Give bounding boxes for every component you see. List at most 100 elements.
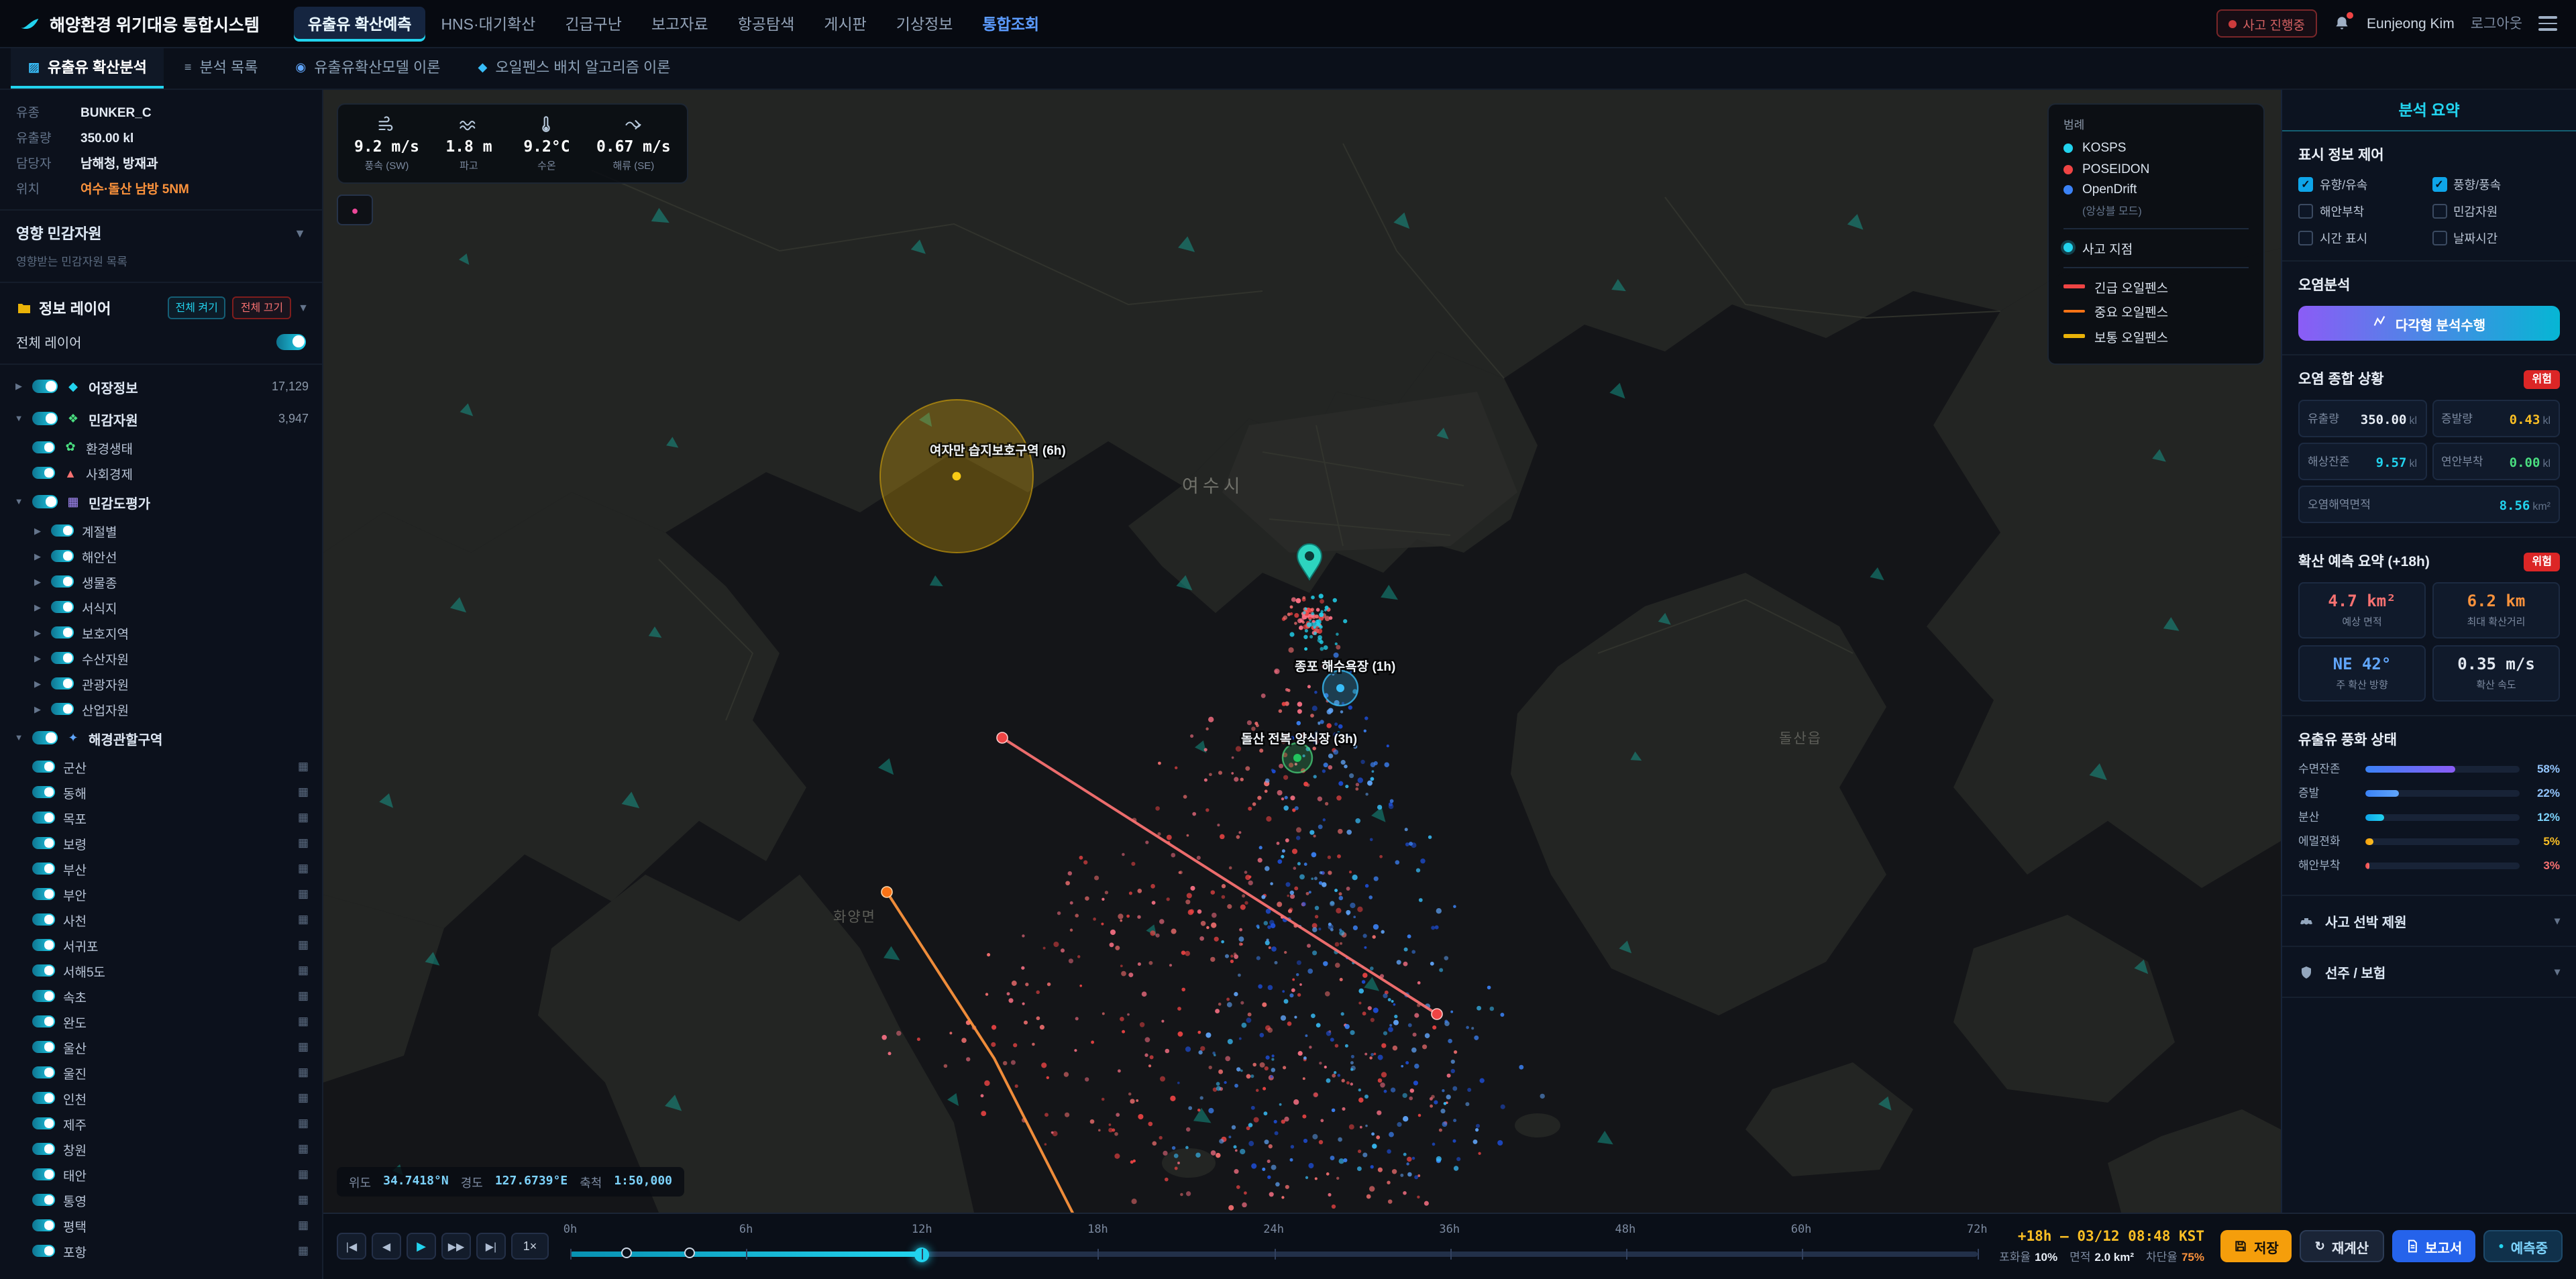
checkbox[interactable] bbox=[2298, 231, 2313, 245]
layer-subitem[interactable]: ✿환경생태 bbox=[0, 435, 322, 460]
skip-end-button[interactable]: ▶| bbox=[476, 1233, 506, 1260]
checkbox[interactable] bbox=[2432, 231, 2447, 245]
caret-icon[interactable]: ▼ bbox=[13, 414, 24, 423]
caret-icon[interactable]: ▶ bbox=[32, 678, 43, 689]
layer-toggle[interactable] bbox=[51, 524, 74, 537]
caret-icon[interactable]: ▶ bbox=[32, 602, 43, 612]
caret-icon[interactable]: ▼ bbox=[13, 497, 24, 506]
tab-1[interactable]: ▨유출유 확산분석 bbox=[11, 48, 164, 89]
layer-toggle[interactable] bbox=[32, 786, 55, 799]
prediction-status-button[interactable]: ●예측중 bbox=[2483, 1231, 2563, 1263]
layer-subitem[interactable]: 서귀포▦ bbox=[0, 932, 322, 958]
caret-icon[interactable]: ▶ bbox=[32, 525, 43, 536]
checkbox[interactable]: ✓ bbox=[2432, 177, 2447, 192]
nav-item-6[interactable]: 게시판 bbox=[810, 6, 880, 41]
layer-toggle[interactable] bbox=[32, 1194, 55, 1207]
layer-toggle[interactable] bbox=[32, 1168, 55, 1181]
nav-item-3[interactable]: 긴급구난 bbox=[551, 6, 635, 41]
layer-toggle[interactable] bbox=[32, 380, 58, 394]
layer-subitem[interactable]: 울진▦ bbox=[0, 1060, 322, 1085]
fence-endpoint[interactable] bbox=[1432, 1009, 1442, 1019]
layer-toggle[interactable] bbox=[32, 1015, 55, 1028]
layer-toggle[interactable] bbox=[32, 1092, 55, 1105]
tab-3[interactable]: ◉유출유확산모델 이론 bbox=[278, 48, 458, 89]
play-button[interactable]: ▶ bbox=[407, 1233, 436, 1260]
caret-icon[interactable]: ▶ bbox=[32, 704, 43, 714]
checkbox[interactable] bbox=[2298, 204, 2313, 219]
fence-deploy-marker[interactable] bbox=[684, 1247, 695, 1258]
nav-item-5[interactable]: 항공탐색 bbox=[724, 6, 808, 41]
impact-section-header[interactable]: 영향 민감자원 ▼ bbox=[0, 211, 322, 251]
layer-subitem[interactable]: ▶관광자원 bbox=[0, 671, 322, 696]
all-layers-on-button[interactable]: 전체 켜기 bbox=[167, 296, 225, 319]
save-button[interactable]: 저장 bbox=[2220, 1231, 2292, 1263]
layer-subitem[interactable]: 동해▦ bbox=[0, 779, 322, 805]
recalculate-button[interactable]: ↻재계산 bbox=[2300, 1231, 2383, 1263]
nav-item-2[interactable]: HNS·대기확산 bbox=[427, 6, 549, 41]
layer-toggle[interactable] bbox=[32, 495, 58, 509]
layer-toggle[interactable] bbox=[32, 441, 55, 454]
tab-2[interactable]: ≡분석 목록 bbox=[167, 48, 276, 89]
layer-toggle[interactable] bbox=[32, 863, 55, 875]
layer-subitem[interactable]: 서해5도▦ bbox=[0, 958, 322, 983]
layer-subitem[interactable]: 부산▦ bbox=[0, 856, 322, 881]
caret-icon[interactable]: ▶ bbox=[32, 551, 43, 561]
layer-toggle[interactable] bbox=[51, 677, 74, 690]
timeline-track[interactable] bbox=[570, 1252, 1978, 1257]
layer-item[interactable]: ▼▦민감도평가 bbox=[0, 486, 322, 518]
layer-item[interactable]: ▼✦해경관할구역 bbox=[0, 722, 322, 754]
vessel-spec-section[interactable]: 사고 선박 제원▾ bbox=[2282, 896, 2576, 947]
filter-icon[interactable]: ▼ bbox=[298, 302, 309, 314]
display-option-1[interactable]: ✓유향/유속 bbox=[2298, 176, 2426, 193]
layer-subitem[interactable]: 태안▦ bbox=[0, 1162, 322, 1187]
step-back-button[interactable]: ◀ bbox=[372, 1233, 401, 1260]
layer-toggle[interactable] bbox=[32, 761, 55, 773]
caret-icon[interactable]: ▶ bbox=[32, 576, 43, 587]
caret-icon[interactable]: ▶ bbox=[32, 627, 43, 638]
layer-subitem[interactable]: ▶생물종 bbox=[0, 569, 322, 594]
layer-toggle[interactable] bbox=[32, 964, 55, 977]
layer-toggle[interactable] bbox=[32, 1066, 55, 1079]
display-option-4[interactable]: 민감자원 bbox=[2432, 203, 2560, 220]
fence-deploy-marker[interactable] bbox=[621, 1247, 632, 1258]
fence-endpoint[interactable] bbox=[997, 732, 1008, 743]
layer-toggle[interactable] bbox=[32, 731, 58, 745]
layer-toggle[interactable] bbox=[32, 1117, 55, 1130]
layer-toggle[interactable] bbox=[32, 1041, 55, 1054]
layer-subitem[interactable]: 군산▦ bbox=[0, 754, 322, 779]
nav-item-1[interactable]: 유출유 확산예측 bbox=[294, 6, 425, 41]
layer-subitem[interactable]: 목포▦ bbox=[0, 805, 322, 830]
layer-toggle[interactable] bbox=[32, 1219, 55, 1232]
display-option-2[interactable]: ✓풍향/풍속 bbox=[2432, 176, 2560, 193]
layer-subitem[interactable]: 포항▦ bbox=[0, 1238, 322, 1264]
checkbox[interactable]: ✓ bbox=[2298, 177, 2313, 192]
layer-toggle[interactable] bbox=[51, 575, 74, 588]
layer-subitem[interactable]: ▶수산자원 bbox=[0, 645, 322, 671]
layer-toggle[interactable] bbox=[51, 703, 74, 716]
layer-toggle[interactable] bbox=[51, 601, 74, 614]
tab-4[interactable]: ◆오일펜스 배치 알고리즘 이론 bbox=[460, 48, 688, 89]
layer-subitem[interactable]: ▲사회경제 bbox=[0, 460, 322, 486]
layer-subitem[interactable]: 부안▦ bbox=[0, 881, 322, 907]
skip-start-button[interactable]: |◀ bbox=[337, 1233, 366, 1260]
caret-icon[interactable]: ▼ bbox=[13, 733, 24, 742]
layer-subitem[interactable]: 완도▦ bbox=[0, 1009, 322, 1034]
nav-item-8[interactable]: 통합조회 bbox=[969, 6, 1053, 41]
caret-icon[interactable]: ▶ bbox=[32, 653, 43, 663]
layer-subitem[interactable]: 통영▦ bbox=[0, 1187, 322, 1213]
layer-subitem[interactable]: ▶산업자원 bbox=[0, 696, 322, 722]
layer-toggle[interactable] bbox=[32, 1245, 55, 1258]
layer-toggle[interactable] bbox=[32, 990, 55, 1003]
layer-subitem[interactable]: 인천▦ bbox=[0, 1085, 322, 1111]
layer-toggle[interactable] bbox=[51, 626, 74, 639]
layer-toggle[interactable] bbox=[51, 652, 74, 665]
layer-toggle[interactable] bbox=[32, 812, 55, 824]
map-canvas[interactable]: 여수시화양면돌산읍 여자만 습지보호구역 (6h)종포 해수욕장 (1h)돌산 … bbox=[323, 90, 2281, 1213]
layer-subitem[interactable]: 사천▦ bbox=[0, 907, 322, 932]
layer-toggle[interactable] bbox=[32, 888, 55, 901]
layer-subitem[interactable]: 제주▦ bbox=[0, 1111, 322, 1136]
master-layer-toggle[interactable] bbox=[276, 333, 306, 349]
layer-toggle[interactable] bbox=[32, 913, 55, 926]
layer-subitem[interactable]: 속초▦ bbox=[0, 983, 322, 1009]
layer-toggle[interactable] bbox=[32, 939, 55, 952]
